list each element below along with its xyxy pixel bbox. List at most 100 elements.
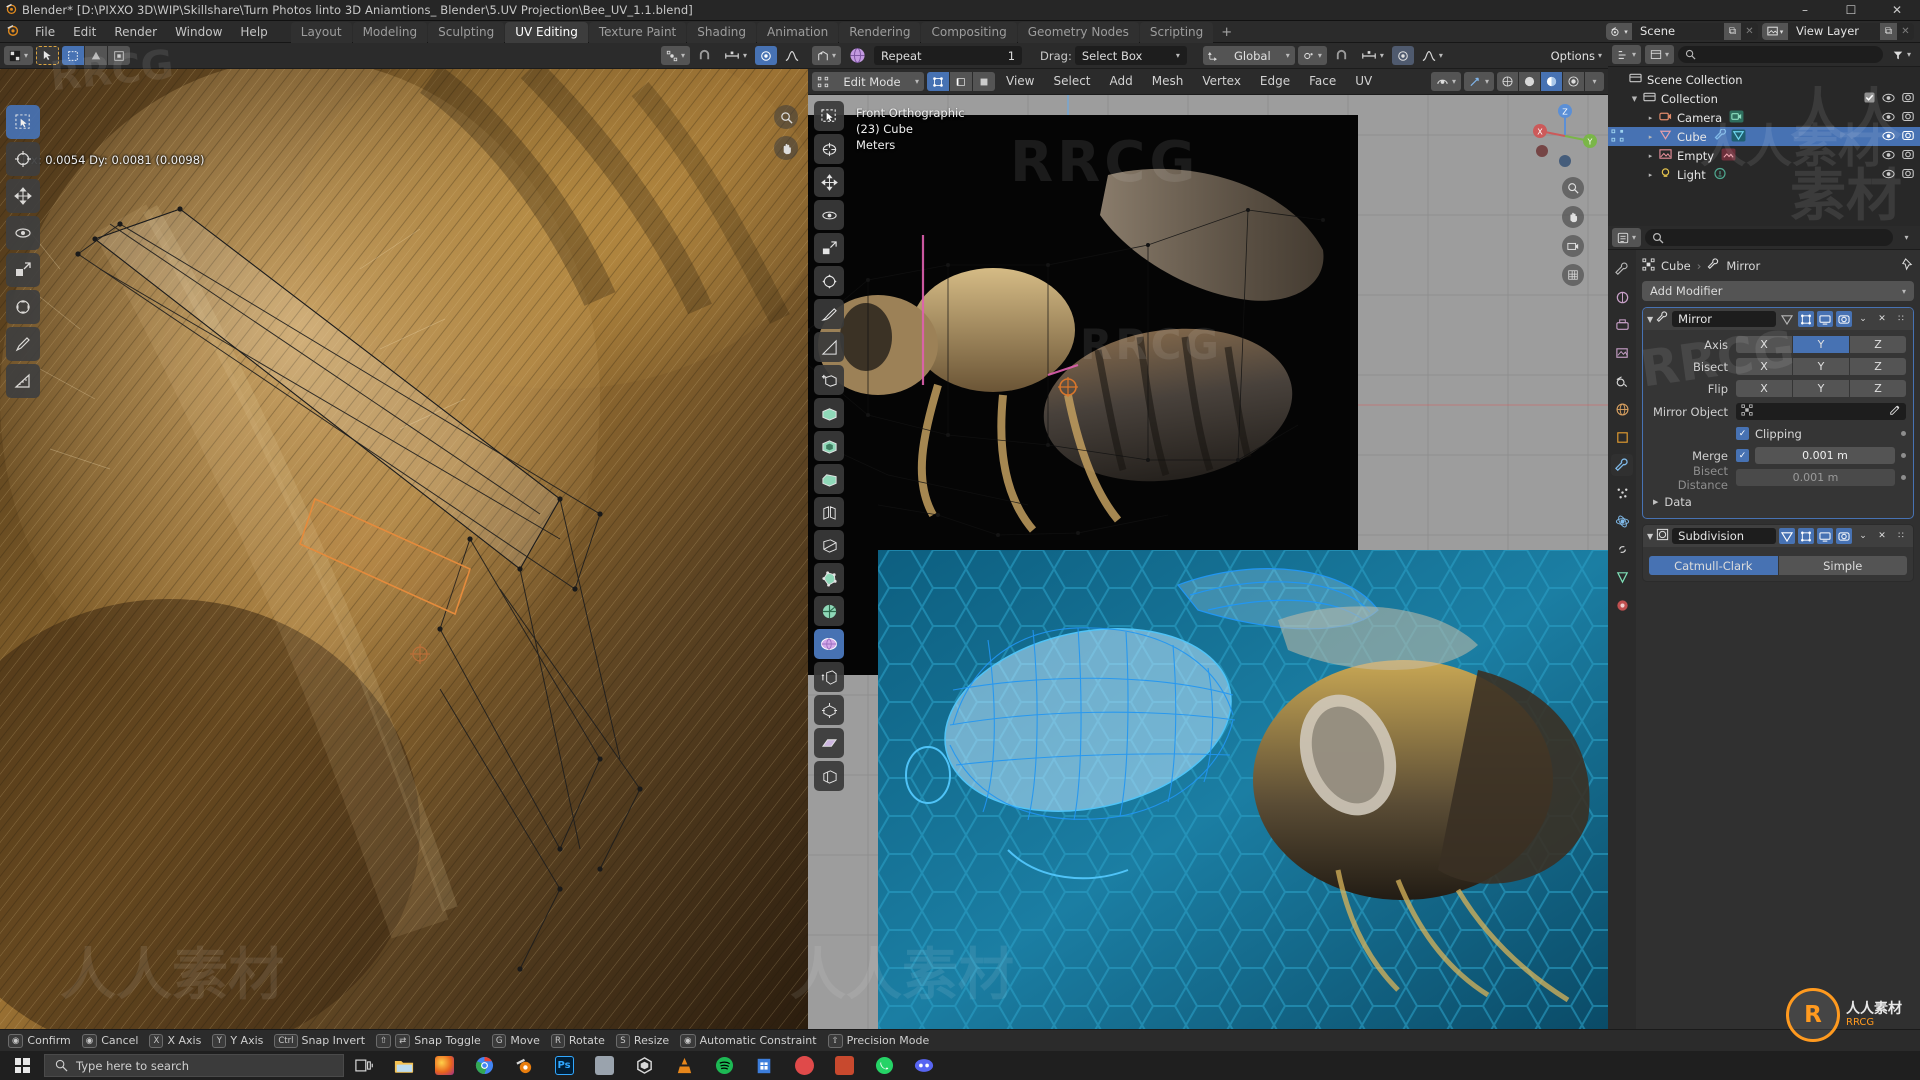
extrude-region-tool-icon[interactable] (814, 398, 844, 428)
view-layer-copy-button[interactable]: ⧉ (1880, 23, 1897, 40)
add-workspace-button[interactable]: + (1214, 22, 1239, 43)
substance-icon[interactable] (584, 1051, 624, 1080)
cursor-tool-icon[interactable] (814, 134, 844, 164)
3dview-editor-type-icon[interactable]: ▾ (812, 46, 842, 65)
pin-icon[interactable] (1901, 258, 1914, 274)
annotate-tool-icon[interactable] (6, 327, 40, 361)
uv-pivot-point-icon[interactable]: ▾ (660, 46, 690, 65)
modifier-drag-handle[interactable]: ∷ (1893, 528, 1909, 544)
loop-cut-tool-icon[interactable] (814, 497, 844, 527)
particles-tab-icon[interactable] (1611, 482, 1633, 504)
spin-tool-icon[interactable] (814, 596, 844, 626)
measure-tool-icon[interactable] (6, 364, 40, 398)
eye-icon[interactable] (1882, 168, 1895, 182)
menu-help[interactable]: Help (231, 23, 276, 41)
realtime-icon[interactable] (1817, 311, 1833, 327)
modifier-header-mirror[interactable]: ▼ Mirror ⌄ ✕ ∷ (1643, 308, 1913, 330)
edit-mode-display-icon[interactable] (1779, 311, 1795, 327)
interaction-mode-dropdown[interactable]: Edit Mode ▾ (812, 72, 924, 91)
mirror-object-field[interactable] (1736, 403, 1906, 420)
breadcrumb-modifier-name[interactable]: Mirror (1726, 259, 1760, 273)
solid-shading-icon[interactable] (1519, 72, 1540, 91)
eye-icon[interactable] (1882, 149, 1895, 163)
expand-triangle[interactable]: ▶ (1653, 498, 1658, 506)
outliner-tree[interactable]: Scene Collection ▼ Collection ▸ Camera ▸… (1608, 67, 1920, 226)
knife-tool-icon[interactable] (814, 530, 844, 560)
mirror-data-section[interactable]: ▶ Data (1650, 493, 1906, 511)
disclosure-triangle[interactable]: ▼ (1628, 95, 1641, 103)
flip-x-button[interactable]: X (1736, 380, 1792, 397)
on-cage-icon[interactable] (1798, 311, 1814, 327)
modifier-delete-button[interactable]: ✕ (1874, 311, 1890, 327)
animate-dot[interactable] (1901, 453, 1906, 458)
menu-vertex[interactable]: Vertex (1194, 72, 1249, 91)
disclosure-triangle[interactable]: ▸ (1644, 152, 1657, 160)
firefox-icon[interactable] (424, 1051, 464, 1080)
disclosure-triangle[interactable]: ▸ (1644, 133, 1657, 141)
uv-snap-magnet-icon[interactable] (693, 46, 716, 65)
outliner-row-cube[interactable]: ▸ Cube (1608, 127, 1920, 146)
repeat-operator-field[interactable]: Repeat 1 (874, 46, 1023, 65)
animate-dot[interactable] (1901, 431, 1906, 436)
breadcrumb-object-name[interactable]: Cube (1661, 259, 1691, 273)
render-icon[interactable] (1836, 528, 1852, 544)
axis-x-button[interactable]: X (1736, 336, 1792, 353)
expand-triangle[interactable]: ▼ (1647, 315, 1653, 324)
windows-logo-icon[interactable] (0, 1051, 44, 1080)
menu-edit[interactable]: Edit (64, 23, 105, 41)
bisect-y-button[interactable]: Y (1793, 358, 1849, 375)
wireframe-shading-icon[interactable] (1497, 72, 1518, 91)
merge-checkbox[interactable]: ✓ (1736, 449, 1749, 462)
photoshop-icon[interactable]: Ps (544, 1051, 584, 1080)
camera-icon[interactable] (1902, 92, 1914, 106)
menu-view[interactable]: View (998, 72, 1042, 91)
hand-icon[interactable] (774, 136, 798, 160)
rotate-tool-icon[interactable] (814, 200, 844, 230)
snap-target-icon[interactable]: ▾ (1356, 46, 1389, 65)
proportional-edit-icon[interactable] (1391, 46, 1414, 65)
menu-mesh[interactable]: Mesh (1144, 72, 1192, 91)
pivot-point-icon[interactable]: ▾ (1297, 46, 1327, 65)
task-view-icon[interactable] (344, 1051, 384, 1080)
camera-icon[interactable] (1902, 168, 1914, 182)
merge-distance-field[interactable]: 0.001 m (1755, 447, 1895, 464)
hand-icon[interactable] (1562, 206, 1584, 228)
clipping-checkbox[interactable]: ✓ (1736, 427, 1749, 440)
menu-render[interactable]: Render (105, 23, 166, 41)
modifier-drag-handle[interactable]: ∷ (1893, 311, 1909, 327)
uv-edge-select-icon[interactable] (85, 46, 108, 65)
zoom-icon[interactable] (1562, 177, 1584, 199)
tool-tab-icon[interactable] (1611, 258, 1633, 280)
edge-slide-tool-icon[interactable] (814, 662, 844, 692)
tweak-tool-icon[interactable] (6, 105, 40, 139)
eye-icon[interactable] (1882, 92, 1895, 106)
expand-triangle[interactable]: ▼ (1647, 532, 1653, 541)
viewlayer-tab-icon[interactable] (1611, 342, 1633, 364)
outliner-row-light[interactable]: ▸ Light (1608, 165, 1920, 184)
sheets-icon[interactable] (744, 1051, 784, 1080)
data-tab-icon[interactable] (1611, 566, 1633, 588)
bisect-distance-field[interactable]: 0.001 m (1736, 469, 1895, 486)
modifier-extras-dropdown[interactable]: ⌄ (1855, 528, 1871, 544)
eye-icon[interactable] (1882, 111, 1895, 125)
discord-icon[interactable] (904, 1051, 944, 1080)
modifier-badge-icon[interactable] (1714, 127, 1728, 145)
shading-options-dropdown[interactable]: ▾ (1585, 72, 1604, 91)
gizmo-dropdown[interactable]: ▾ (1463, 72, 1494, 91)
tab-geometry-nodes[interactable]: Geometry Nodes (1017, 21, 1139, 43)
modifier-header-subdivision[interactable]: ▼ Subdivision ⌄ ✕ ∷ (1643, 525, 1913, 547)
rip-region-tool-icon[interactable] (814, 761, 844, 791)
scene-copy-button[interactable]: ⧉ (1724, 23, 1741, 40)
transform-tool-icon[interactable] (6, 290, 40, 324)
unity-icon[interactable] (624, 1051, 664, 1080)
taskbar-search-input[interactable]: Type here to search (44, 1054, 344, 1077)
grid-icon[interactable] (1562, 264, 1584, 286)
close-button[interactable]: ✕ (1874, 0, 1920, 20)
eyedropper-icon[interactable] (1889, 404, 1901, 419)
disclosure-triangle[interactable]: ▸ (1644, 171, 1657, 179)
axis-z-button[interactable]: Z (1850, 336, 1906, 353)
tab-modeling[interactable]: Modeling (352, 21, 428, 43)
disclosure-triangle[interactable]: ▸ (1644, 114, 1657, 122)
tweak-tool-icon[interactable] (36, 46, 60, 65)
minimize-button[interactable]: – (1782, 0, 1828, 20)
